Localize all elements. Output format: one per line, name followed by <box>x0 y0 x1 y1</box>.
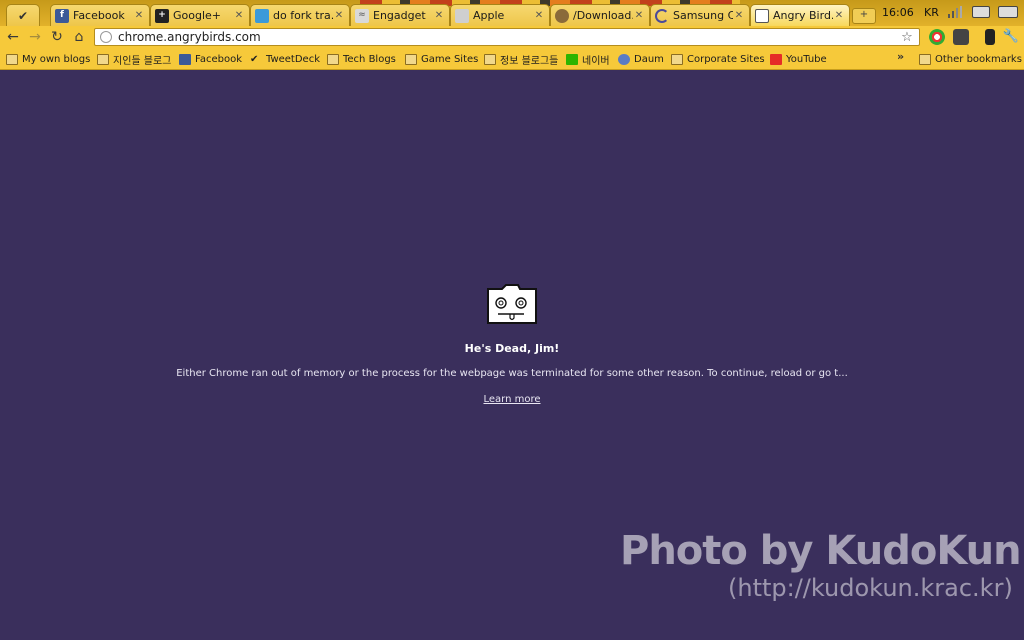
bookmark-label: YouTube <box>786 53 827 65</box>
bookmark-label: 정보 블로그들 <box>500 55 559 67</box>
extension-device-icon[interactable] <box>953 29 969 45</box>
battery-icon <box>972 4 990 20</box>
folder-icon <box>6 53 18 65</box>
bookmarks-bar: My own blogs 지인들 블로그 Facebook ✔ TweetDec… <box>0 48 1024 70</box>
bookmark-label: Other bookmarks <box>935 53 1022 65</box>
watermark-credit: Photo by KudoKun. <box>620 528 1024 574</box>
bookmark-youtube[interactable]: YouTube <box>770 51 827 67</box>
pinned-tab-tweetdeck[interactable]: ✔ <box>6 4 40 26</box>
new-tab-button[interactable]: + <box>852 8 876 24</box>
forward-button[interactable]: → <box>26 28 44 46</box>
bookmark-label: 지인들 블로그 <box>113 55 172 67</box>
tab-do-fork[interactable]: do fork tra... ✕ <box>250 4 350 26</box>
bookmarks-overflow-chevron-icon[interactable]: » <box>897 50 904 63</box>
signal-icon <box>948 4 962 20</box>
tab-close-icon[interactable]: ✕ <box>633 10 645 21</box>
sad-tab-icon <box>755 8 769 23</box>
tab-title: do fork tra... <box>273 9 333 22</box>
tab-close-icon[interactable]: ✕ <box>733 10 745 21</box>
daum-icon <box>618 53 630 65</box>
bookmark-label: Daum <box>634 53 664 65</box>
bookmark-label: TweetDeck <box>266 53 320 65</box>
bookmark-my-own-blogs[interactable]: My own blogs <box>6 51 90 67</box>
download-site-icon <box>555 8 569 23</box>
locale-indicator: KR <box>924 5 939 19</box>
tab-angry-birds[interactable]: Angry Bird... ✕ <box>750 4 850 26</box>
toolbar: ← → ↻ ⌂ chrome.angrybirds.com ☆ 🔧 <box>0 26 1024 48</box>
home-button[interactable]: ⌂ <box>70 28 88 46</box>
tab-title: Google+ <box>173 9 222 22</box>
folder-icon <box>405 53 417 65</box>
bookmark-info-blogs[interactable]: 정보 블로그들 <box>484 51 558 67</box>
bookmark-friends-blogs[interactable]: 지인들 블로그 <box>97 51 171 67</box>
tab-title: /Download... <box>573 9 633 22</box>
google-plus-icon: + <box>155 8 169 23</box>
tweetdeck-icon: ✔ <box>250 53 259 65</box>
page-icon <box>255 8 269 23</box>
tab-title: Apple <box>473 9 505 22</box>
tab-title: Angry Bird... <box>773 9 833 22</box>
bookmark-corporate-sites[interactable]: Corporate Sites <box>671 51 765 67</box>
bookmark-label: Facebook <box>195 53 242 65</box>
folder-icon <box>327 53 339 65</box>
tab-google-plus[interactable]: + Google+ ✕ <box>150 4 250 26</box>
folder-icon <box>671 53 683 65</box>
bookmark-naver[interactable]: 네이버 <box>566 51 610 67</box>
apple-icon <box>455 8 469 23</box>
watermark-url: (http://kudokun.krac.kr) <box>728 574 1013 602</box>
other-bookmarks[interactable]: Other bookmarks <box>919 51 1022 67</box>
extension-phone-icon[interactable] <box>985 29 995 45</box>
rss-icon: ≈ <box>355 8 369 23</box>
tab-close-icon[interactable]: ✕ <box>533 10 545 21</box>
tweetdeck-icon: ✔ <box>17 8 29 23</box>
tab-download[interactable]: /Download... ✕ <box>550 4 650 26</box>
bookmark-daum[interactable]: Daum <box>618 51 664 67</box>
bookmark-tech-blogs[interactable]: Tech Blogs <box>327 51 396 67</box>
wrench-menu-icon[interactable]: 🔧 <box>1002 28 1020 46</box>
tab-close-icon[interactable]: ✕ <box>433 10 445 21</box>
bookmark-label: 네이버 <box>582 55 610 67</box>
loading-icon <box>655 8 669 23</box>
facebook-icon <box>179 53 191 65</box>
tab-close-icon[interactable]: ✕ <box>233 10 245 21</box>
bookmark-tweetdeck[interactable]: ✔ TweetDeck <box>250 51 320 67</box>
folder-icon <box>919 53 931 65</box>
folder-icon <box>97 53 109 65</box>
tab-strip: ✔ f Facebook ✕ + Google+ ✕ do fork tra..… <box>0 0 1024 26</box>
page-info-icon[interactable] <box>100 31 112 43</box>
bookmark-game-sites[interactable]: Game Sites <box>405 51 478 67</box>
sad-tab-page: He's Dead, Jim! Either Chrome ran out of… <box>0 70 1024 640</box>
bookmark-star-icon[interactable]: ☆ <box>899 30 915 45</box>
bookmark-label: Corporate Sites <box>687 53 765 65</box>
tab-close-icon[interactable]: ✕ <box>333 10 345 21</box>
omnibox[interactable]: chrome.angrybirds.com ☆ <box>94 28 920 46</box>
tab-title: Facebook <box>73 9 125 22</box>
error-title: He's Dead, Jim! <box>464 342 560 355</box>
tab-title: Engadget <box>373 9 426 22</box>
tab-title: Samsung C... <box>673 9 733 22</box>
tab-close-icon[interactable]: ✕ <box>133 10 145 21</box>
chrome-extension-icon[interactable] <box>929 29 945 45</box>
tab-apple[interactable]: Apple ✕ <box>450 4 550 26</box>
tab-samsung[interactable]: Samsung C... ✕ <box>650 4 750 26</box>
omnibox-url[interactable]: chrome.angrybirds.com <box>118 30 899 44</box>
learn-more-link[interactable]: Learn more <box>0 394 1024 405</box>
clock: 16:06 <box>882 5 914 19</box>
back-button[interactable]: ← <box>4 28 22 46</box>
tab-close-icon[interactable]: ✕ <box>833 10 845 21</box>
folder-icon <box>484 53 496 65</box>
reload-button[interactable]: ↻ <box>48 28 66 46</box>
youtube-icon <box>770 53 782 65</box>
tab-facebook[interactable]: f Facebook ✕ <box>50 4 150 26</box>
error-message: Either Chrome ran out of memory or the p… <box>176 368 848 379</box>
facebook-icon: f <box>55 8 69 23</box>
bookmark-label: My own blogs <box>22 53 91 65</box>
bookmark-label: Game Sites <box>421 53 479 65</box>
power-icon[interactable] <box>998 4 1018 20</box>
tab-engadget[interactable]: ≈ Engadget ✕ <box>350 4 450 26</box>
bookmark-label: Tech Blogs <box>343 53 396 65</box>
bookmark-facebook[interactable]: Facebook <box>179 51 242 67</box>
sad-tab-icon <box>486 283 538 325</box>
naver-icon <box>566 53 578 65</box>
